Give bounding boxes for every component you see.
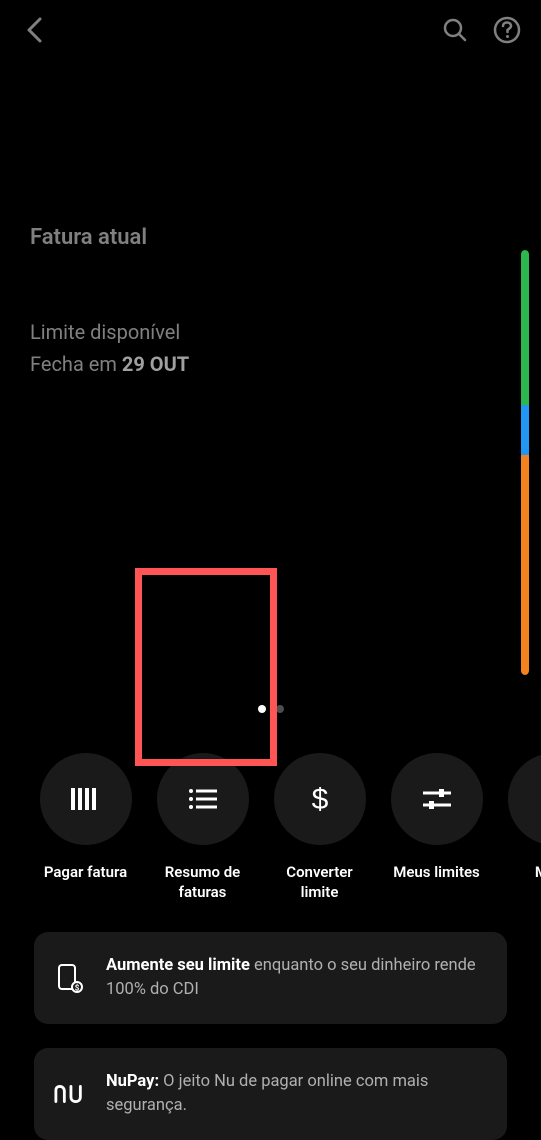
card-money-icon: $ (54, 963, 86, 993)
dot-inactive (276, 705, 284, 713)
action-label: Meus limites (393, 863, 480, 883)
action-invoice-summary[interactable]: Resumo de faturas (155, 753, 250, 902)
promo-bold: NuPay: (106, 1072, 159, 1091)
svg-text:$: $ (75, 983, 80, 992)
page-indicator (0, 705, 541, 713)
action-label: Meus (535, 863, 541, 883)
action-label: Resumo de faturas (155, 863, 250, 902)
promo-nupay[interactable]: NuPay: O jeito Nu de pagar online com ma… (34, 1048, 507, 1140)
promo-text: Aumente seu limite enquanto o seu dinhei… (106, 954, 487, 1002)
bar-segment-blue (521, 405, 529, 455)
close-prefix: Fecha em (30, 352, 122, 376)
svg-text:$: $ (311, 783, 328, 815)
dot-active (258, 705, 266, 713)
promo-increase-limit[interactable]: $ Aumente seu limite enquanto o seu dinh… (34, 932, 507, 1024)
action-label: Converter limite (272, 863, 367, 902)
nu-logo-icon (54, 1084, 86, 1104)
back-button[interactable] (20, 16, 48, 44)
bar-segment-green (521, 250, 529, 405)
invoice-title: Fatura atual (30, 225, 511, 250)
promo-text: NuPay: O jeito Nu de pagar online com ma… (106, 1070, 487, 1118)
dollar-icon: $ (310, 783, 330, 815)
list-icon (189, 789, 217, 809)
search-icon[interactable] (441, 16, 469, 44)
action-label: Pagar fatura (44, 863, 127, 883)
promo-bold: Aumente seu limite (106, 956, 250, 975)
limit-usage-bar (521, 250, 529, 675)
help-icon[interactable] (493, 16, 521, 44)
actions-row: Pagar fatura Resumo de faturas $ Convert… (0, 713, 541, 902)
bar-segment-orange (521, 455, 529, 675)
barcode-icon (71, 788, 101, 810)
action-convert-limit[interactable]: $ Converter limite (272, 753, 367, 902)
sliders-icon (423, 788, 451, 810)
action-pay-invoice[interactable]: Pagar fatura (38, 753, 133, 902)
action-more[interactable]: Meus (506, 753, 541, 902)
close-date-line: Fecha em 29 OUT (30, 352, 511, 376)
close-date: 29 OUT (122, 352, 189, 376)
action-my-limits[interactable]: Meus limites (389, 753, 484, 902)
available-limit-label: Limite disponível (30, 320, 511, 344)
